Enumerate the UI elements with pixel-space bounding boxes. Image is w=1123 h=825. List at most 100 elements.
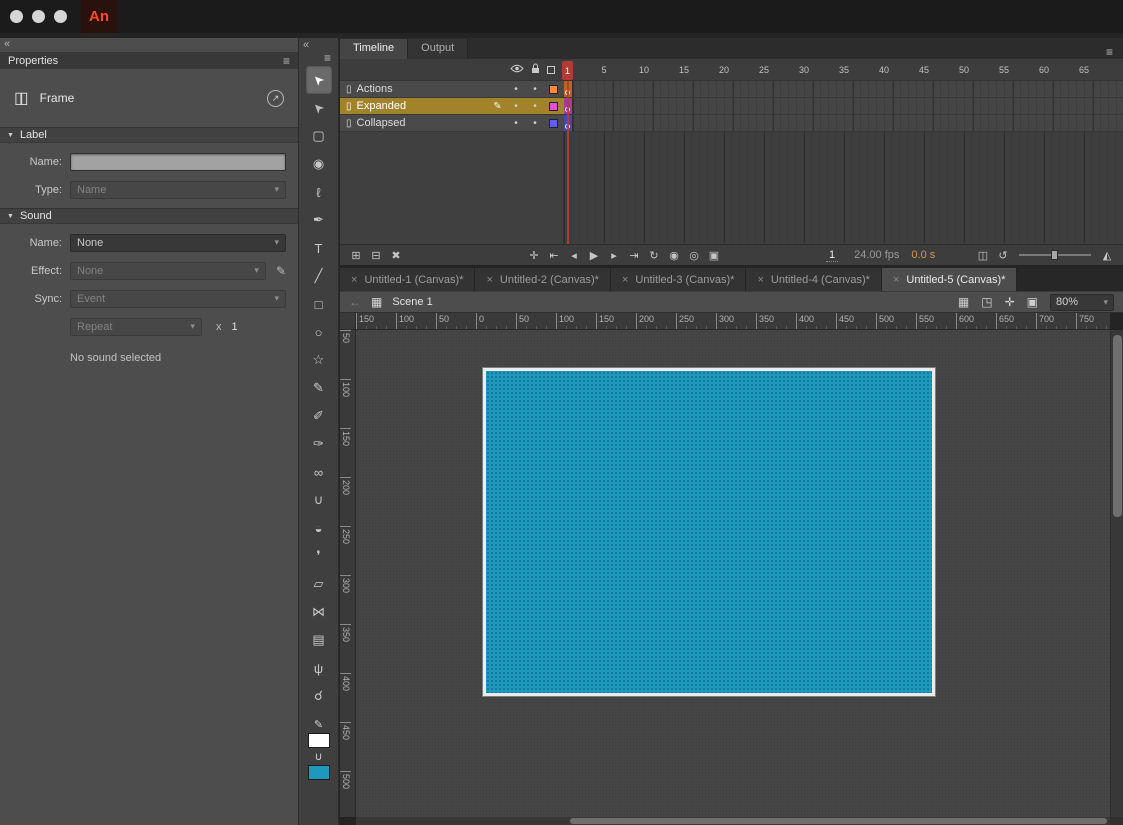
- polystar-tool[interactable]: ☆: [306, 346, 332, 374]
- layer-frames-track[interactable]: [573, 115, 1123, 131]
- document-tab[interactable]: × Untitled-2 (Canvas)*: [475, 268, 610, 291]
- close-icon[interactable]: ×: [351, 274, 357, 286]
- width-tool[interactable]: ⋈: [306, 598, 332, 626]
- fill-color-swatch[interactable]: [308, 765, 330, 780]
- timeline-layer-row[interactable]: ▯ Expanded ✎ • •: [340, 98, 1123, 115]
- timeline-empty-frames-area[interactable]: [564, 132, 1123, 244]
- scrollbar-thumb[interactable]: [1113, 335, 1122, 517]
- minimize-window-button[interactable]: [32, 10, 45, 23]
- pencil-tool[interactable]: ✎: [306, 374, 332, 402]
- layer-name[interactable]: Actions: [357, 83, 393, 95]
- help-link-icon[interactable]: ↗: [267, 90, 284, 107]
- center-stage-icon[interactable]: ✛: [1005, 295, 1015, 309]
- pasteboard[interactable]: [356, 330, 1110, 817]
- close-icon[interactable]: ×: [757, 274, 763, 286]
- playhead-line[interactable]: [567, 81, 569, 244]
- layer-color-chip[interactable]: [549, 119, 558, 128]
- camera-tool[interactable]: ▤: [306, 626, 332, 654]
- layer-lock-dot[interactable]: •: [528, 118, 542, 129]
- onion-skin-outlines-button[interactable]: ◎: [686, 247, 702, 263]
- playhead[interactable]: 1: [562, 61, 573, 80]
- outline-layers-icon[interactable]: [547, 66, 555, 74]
- horizontal-scrollbar[interactable]: [356, 817, 1110, 825]
- document-tab[interactable]: × Untitled-3 (Canvas)*: [611, 268, 746, 291]
- new-folder-button[interactable]: ⊟: [368, 247, 384, 263]
- document-tab[interactable]: × Untitled-4 (Canvas)*: [746, 268, 881, 291]
- center-frame-button[interactable]: ✛: [526, 247, 542, 263]
- delete-layer-button[interactable]: ✖: [388, 247, 404, 263]
- collapse-panel-icon[interactable]: «: [0, 38, 298, 52]
- edit-symbols-icon[interactable]: ◳: [981, 295, 992, 309]
- eraser-tool[interactable]: ▱: [306, 570, 332, 598]
- stage-canvas[interactable]: [483, 368, 935, 696]
- frame-size-slider[interactable]: [1019, 254, 1091, 256]
- back-arrow-icon[interactable]: ←: [349, 295, 361, 309]
- timeline-menu-icon[interactable]: ≡: [1106, 45, 1123, 59]
- layer-lock-dot[interactable]: •: [528, 101, 542, 112]
- zoom-level-dropdown[interactable]: 80% ▾: [1050, 294, 1114, 311]
- close-icon[interactable]: ×: [893, 274, 899, 286]
- vertical-scrollbar[interactable]: [1110, 330, 1123, 817]
- pen-tool[interactable]: ✒: [306, 206, 332, 234]
- hand-tool[interactable]: ψ: [306, 654, 332, 682]
- sound-repeat-dropdown[interactable]: Repeat ▾: [70, 318, 202, 336]
- current-frame-field[interactable]: 1: [826, 249, 838, 262]
- repeat-count-value[interactable]: 1: [232, 321, 238, 333]
- play-button[interactable]: ▶: [586, 247, 602, 263]
- show-hide-layers-icon[interactable]: [510, 64, 524, 76]
- onion-skin-button[interactable]: ◉: [666, 247, 682, 263]
- layer-visibility-dot[interactable]: •: [509, 101, 523, 112]
- ink-bottle-tool[interactable]: ◒: [306, 514, 332, 542]
- label-type-dropdown[interactable]: Name ▾: [70, 181, 286, 199]
- edit-multiple-frames-button[interactable]: ▣: [706, 247, 722, 263]
- zoom-tool[interactable]: ☌: [306, 682, 332, 710]
- elapsed-time-field[interactable]: 0.0 s: [911, 249, 935, 261]
- zoom-window-button[interactable]: [54, 10, 67, 23]
- layer-visibility-dot[interactable]: •: [509, 84, 523, 95]
- layer-color-chip[interactable]: [549, 102, 558, 111]
- line-tool[interactable]: ╱: [306, 262, 332, 290]
- layer-frames-track[interactable]: [573, 98, 1123, 114]
- label-name-input[interactable]: [70, 153, 286, 171]
- layer-name[interactable]: Expanded: [357, 100, 407, 112]
- step-forward-button[interactable]: ▸: [606, 247, 622, 263]
- label-section-header[interactable]: ▼ Label: [0, 127, 298, 143]
- slider-handle[interactable]: [1051, 250, 1058, 260]
- frame-rate-field[interactable]: 24.00 fps: [854, 249, 899, 261]
- collapse-tools-icon[interactable]: «: [299, 38, 309, 51]
- document-tab[interactable]: × Untitled-1 (Canvas)*: [340, 268, 475, 291]
- new-layer-button[interactable]: ⊞: [348, 247, 364, 263]
- timeline-layer-row[interactable]: ▯ Actions • •: [340, 81, 1123, 98]
- properties-tab[interactable]: Properties: [8, 55, 58, 67]
- bone-tool[interactable]: ∞: [306, 458, 332, 486]
- scene-name[interactable]: Scene 1: [392, 296, 432, 308]
- sound-effect-dropdown[interactable]: None ▾: [70, 262, 266, 280]
- lasso-tool[interactable]: ℓ: [306, 178, 332, 206]
- frame-view-icon[interactable]: ◭: [1099, 247, 1115, 263]
- frame-number-strip[interactable]: 5101520253035404550556065: [584, 59, 1123, 81]
- scrollbar-thumb[interactable]: [570, 818, 1107, 824]
- go-to-first-frame-button[interactable]: ⇤: [546, 247, 562, 263]
- close-icon[interactable]: ×: [622, 274, 628, 286]
- clip-content-icon[interactable]: ▣: [1027, 295, 1038, 309]
- lock-layers-icon[interactable]: [531, 63, 540, 77]
- panel-menu-icon[interactable]: ≡: [283, 54, 290, 68]
- sound-name-dropdown[interactable]: None ▾: [70, 234, 286, 252]
- selection-tool[interactable]: ➤: [306, 66, 332, 94]
- subselection-tool[interactable]: ➤: [306, 94, 332, 122]
- stroke-color-swatch[interactable]: [308, 733, 330, 748]
- paint-brush-tool[interactable]: ✑: [306, 430, 332, 458]
- sound-sync-dropdown[interactable]: Event ▾: [70, 290, 286, 308]
- free-transform-tool[interactable]: ▢: [306, 122, 332, 150]
- modify-markers-button[interactable]: ◫: [975, 247, 991, 263]
- rectangle-tool[interactable]: □: [306, 290, 332, 318]
- layer-color-chip[interactable]: [549, 85, 558, 94]
- layer-lock-dot[interactable]: •: [528, 84, 542, 95]
- close-icon[interactable]: ×: [486, 274, 492, 286]
- paint-bucket-tool[interactable]: ∪: [306, 486, 332, 514]
- edit-effect-pencil-icon[interactable]: ✎: [276, 264, 286, 278]
- reset-timeline-button[interactable]: ↺: [995, 247, 1011, 263]
- layer-visibility-dot[interactable]: •: [509, 118, 523, 129]
- sound-section-header[interactable]: ▼ Sound: [0, 208, 298, 224]
- panel-tab[interactable]: Output: [408, 39, 468, 59]
